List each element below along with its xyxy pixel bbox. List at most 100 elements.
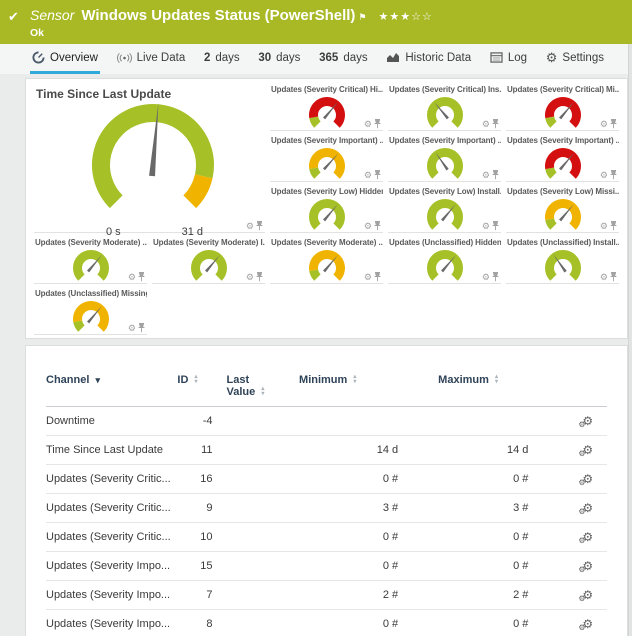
tab-365-days[interactable]: 365days — [317, 44, 369, 74]
gauge-settings-gear-icon[interactable]: ⚙ — [364, 120, 372, 129]
channel-gauge[interactable]: Updates (Severity Critical) Mi...⚙ — [506, 84, 619, 131]
channel-gauge[interactable]: Updates (Severity Important) ...⚙ — [506, 135, 619, 182]
channel-id: 15 — [177, 552, 226, 581]
settings-gear-icon: ⚙ — [546, 51, 558, 64]
column-header-maximum[interactable]: Maximum ▴▾ — [438, 372, 568, 407]
pin-icon[interactable] — [374, 221, 381, 231]
gauge-settings-gear-icon[interactable]: ⚙ — [600, 222, 608, 231]
column-header-last-value[interactable]: Last Value ▴▾ — [227, 372, 300, 407]
channel-settings-icon[interactable]: ⚙⚙ — [582, 617, 593, 631]
pin-icon[interactable] — [374, 170, 381, 180]
tab-2-days[interactable]: 2days — [202, 44, 242, 74]
channel-gauge[interactable]: Updates (Severity Critical) Hi...⚙ — [270, 84, 383, 131]
gauge-title: Updates (Severity Critical) Ins... — [388, 84, 501, 94]
table-row: Updates (Severity Impo...150 #0 #⚙⚙ — [46, 552, 607, 581]
tab-historic-data[interactable]: Historic Data — [384, 44, 473, 74]
gauge-settings-gear-icon[interactable]: ⚙ — [128, 324, 136, 333]
channel-maximum: 3 # — [438, 494, 568, 523]
pin-icon[interactable] — [610, 170, 617, 180]
pin-icon[interactable] — [256, 219, 263, 231]
gauge-settings-gear-icon[interactable]: ⚙ — [482, 222, 490, 231]
channel-gauge[interactable]: Updates (Severity Moderate) ... ⚙ — [34, 237, 147, 284]
channel-gauge[interactable]: Updates (Severity Critical) Ins... ⚙ — [388, 84, 501, 131]
gauge-title: Updates (Severity Important) ... — [270, 135, 383, 145]
channel-last-value — [227, 494, 300, 523]
gauge-settings-gear-icon[interactable]: ⚙ — [128, 273, 136, 282]
live-data-icon — [117, 52, 132, 64]
pin-icon[interactable] — [256, 272, 263, 282]
gauge-title: Updates (Severity Moderate) I... — [152, 237, 265, 247]
pin-icon[interactable] — [138, 272, 145, 282]
gauge-settings-gear-icon[interactable]: ⚙ — [364, 171, 372, 180]
channel-minimum: 0 # — [299, 465, 438, 494]
channel-id: 11 — [177, 436, 226, 465]
table-row: Updates (Severity Critic...93 #3 #⚙⚙ — [46, 494, 607, 523]
pin-icon[interactable] — [610, 119, 617, 129]
tab-settings[interactable]: ⚙Settings — [544, 44, 606, 74]
channel-gauge[interactable]: Updates (Severity Important) ...⚙ — [388, 135, 501, 182]
table-row: Updates (Severity Impo...72 #2 #⚙⚙ — [46, 581, 607, 610]
column-header-channel[interactable]: Channel ▾ — [46, 372, 177, 407]
gauge-settings-gear-icon[interactable]: ⚙ — [600, 120, 608, 129]
gauge-settings-gear-icon[interactable]: ⚙ — [246, 222, 254, 231]
tab-30-days[interactable]: 30days — [256, 44, 302, 74]
time-since-last-update-gauge[interactable]: Time Since Last Update 0 s 31 d ⚙ — [34, 84, 265, 233]
gauge-settings-gear-icon[interactable]: ⚙ — [482, 273, 490, 282]
channel-settings-icon[interactable]: ⚙⚙ — [582, 559, 593, 573]
channel-gauge[interactable]: Updates (Severity Low) Missi...⚙ — [506, 186, 619, 233]
channel-settings-icon[interactable]: ⚙⚙ — [582, 472, 593, 486]
channel-gauge[interactable]: Updates (Unclassified) Install...⚙ — [506, 237, 619, 284]
channel-minimum: 0 # — [299, 523, 438, 552]
pin-icon[interactable] — [492, 170, 499, 180]
channel-settings-icon[interactable]: ⚙⚙ — [582, 443, 593, 457]
channel-gauge[interactable]: Updates (Severity Moderate) I... ⚙ — [152, 237, 265, 284]
pin-icon[interactable] — [374, 119, 381, 129]
channel-settings-icon[interactable]: ⚙⚙ — [582, 588, 593, 602]
gauge-settings-gear-icon[interactable]: ⚙ — [600, 171, 608, 180]
column-header-minimum[interactable]: Minimum ▴▾ — [299, 372, 438, 407]
gauge-settings-gear-icon[interactable]: ⚙ — [482, 120, 490, 129]
gauge-settings-gear-icon[interactable]: ⚙ — [482, 171, 490, 180]
gauge-settings-gear-icon[interactable]: ⚙ — [246, 273, 254, 282]
sensor-status-text: Ok — [30, 27, 624, 39]
tab-overview[interactable]: Overview — [30, 44, 100, 74]
gauge-title: Updates (Unclassified) Missing — [34, 288, 147, 298]
pin-icon[interactable] — [138, 323, 145, 333]
page-scrollbar[interactable] — [628, 44, 632, 636]
flag-icon[interactable]: ⚑ — [358, 12, 366, 23]
channel-name: Updates (Severity Critic... — [46, 494, 177, 523]
priority-stars[interactable]: ★★★☆☆ — [379, 10, 433, 23]
channel-settings-icon[interactable]: ⚙⚙ — [582, 530, 593, 544]
channel-gauge[interactable]: Updates (Severity Low) Hidden⚙ — [270, 186, 383, 233]
tab-live-data[interactable]: Live Data — [115, 44, 188, 74]
table-row: Time Since Last Update1114 d14 d⚙⚙ — [46, 436, 607, 465]
gauge-settings-gear-icon[interactable]: ⚙ — [600, 273, 608, 282]
tab-log[interactable]: Log — [488, 44, 529, 74]
sort-desc-icon: ▾ — [95, 375, 100, 385]
channel-gauge[interactable]: Updates (Severity Low) Install...⚙ — [388, 186, 501, 233]
gauge-settings-gear-icon[interactable]: ⚙ — [364, 273, 372, 282]
pin-icon[interactable] — [492, 221, 499, 231]
channel-last-value — [227, 610, 300, 636]
gauge-title: Updates (Severity Moderate) ... — [34, 237, 147, 247]
pin-icon[interactable] — [610, 221, 617, 231]
pin-icon[interactable] — [610, 272, 617, 282]
table-row: Downtime-4⚙⚙ — [46, 407, 607, 436]
gauge-grid: Time Since Last Update 0 s 31 d ⚙ Update… — [34, 84, 619, 335]
pin-icon[interactable] — [492, 119, 499, 129]
pin-icon[interactable] — [374, 272, 381, 282]
pin-icon[interactable] — [492, 272, 499, 282]
channel-settings-icon[interactable]: ⚙⚙ — [582, 414, 593, 428]
channel-gauge[interactable]: Updates (Unclassified) Missing ⚙ — [34, 288, 147, 335]
channel-last-value — [227, 523, 300, 552]
channel-name: Updates (Severity Impo... — [46, 581, 177, 610]
column-header-id[interactable]: ID ▴▾ — [177, 372, 226, 407]
sensor-tabbar: Overview Live Data 2days 30days 365days Histo… — [0, 44, 632, 74]
gauge-settings-gear-icon[interactable]: ⚙ — [364, 222, 372, 231]
channel-gauge[interactable]: Updates (Severity Moderate) ...⚙ — [270, 237, 383, 284]
sort-icon: ▴▾ — [353, 375, 356, 385]
channel-gauge[interactable]: Updates (Severity Important) ... ⚙ — [270, 135, 383, 182]
channel-settings-icon[interactable]: ⚙⚙ — [582, 501, 593, 515]
channel-gauge[interactable]: Updates (Unclassified) Hidden⚙ — [388, 237, 501, 284]
channel-name: Updates (Severity Critic... — [46, 523, 177, 552]
